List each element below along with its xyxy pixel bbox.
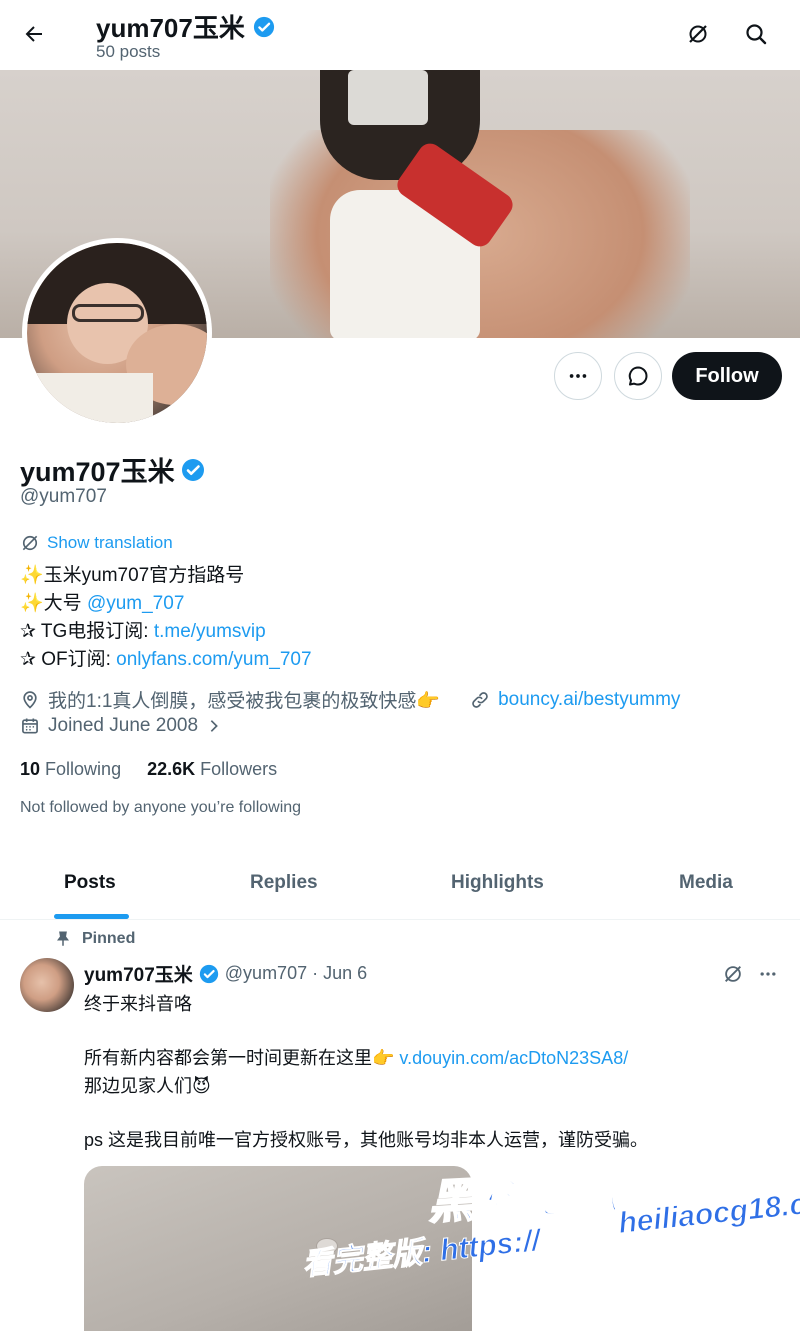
profile-joined-date: Joined June 2008 [48,715,199,736]
profile-website-link[interactable]: bouncy.ai/bestyummy [498,689,680,711]
grok-button[interactable] [678,14,718,54]
calendar-icon [22,718,38,734]
bio-line-4: ✰ OF订阅: onlyfans.com/yum_707 [20,646,312,674]
message-icon [628,366,648,386]
post-more-button[interactable] [752,958,784,990]
active-tab-indicator [54,914,129,919]
chevron-right-icon [210,720,218,732]
tab-media[interactable]: Media [679,872,733,894]
top-bar: yum707玉米 50 posts [0,0,800,70]
bio-telegram-link[interactable]: t.me/yumsvip [154,621,266,642]
following-stat[interactable]: 10 Following [20,759,121,780]
message-button[interactable] [614,352,662,400]
pin-icon [57,931,69,946]
bio-line-2-text: ✨大号 [20,593,87,614]
header-post-count: 50 posts [96,42,161,61]
post-author-avatar[interactable] [20,958,74,1012]
profile-display-name: yum707玉米 [20,457,175,487]
post-text-line-2: 所有新内容都会第一时间更新在这里👉 v.douyin.com/acDtoN23S… [84,1044,628,1070]
post-text-line-2-text: 所有新内容都会第一时间更新在这里👉 [84,1048,400,1068]
location-icon [23,690,37,709]
translate-icon [22,535,38,551]
more-icon [760,972,776,976]
profile-handle: @yum707 [20,486,107,507]
profile-joined-row[interactable]: Joined June 2008 [20,715,222,737]
pinned-indicator: Pinned [54,930,135,948]
follow-button[interactable]: Follow [672,352,782,400]
post-text-line-4: ps 这是我目前唯一官方授权账号，其他账号均非本人运营，谨防受骗。 [84,1130,649,1150]
bio-mention-link[interactable]: @yum_707 [87,593,184,614]
header-display-name: yum707玉米 [96,13,245,43]
search-button[interactable] [736,14,776,54]
profile-name-row: yum707玉米 [20,450,205,489]
grok-icon [725,966,741,982]
post-author-handle-date[interactable]: @yum707 · Jun 6 [225,963,367,984]
followers-label: Followers [200,759,278,779]
tab-replies[interactable]: Replies [250,872,318,894]
back-arrow-icon [25,26,42,42]
post-text-line-3: 那边见家人们😈 [84,1076,211,1096]
show-translation-link[interactable]: Show translation [20,533,173,553]
verified-badge-icon[interactable] [181,458,205,482]
bio-line-3: ✰ TG电报订阅: t.me/yumsvip [20,618,312,646]
bio-line-3-text: ✰ TG电报订阅: [20,621,154,642]
avatar-image [27,243,207,423]
header-title: yum707玉米 [96,8,275,45]
followers-stat[interactable]: 22.6K Followers [147,759,277,780]
profile-bio: ✨玉米yum707官方指路号 ✨大号 @yum_707 ✰ TG电报订阅: t.… [20,562,312,674]
link-icon [472,691,488,708]
tab-highlights[interactable]: Highlights [451,872,544,894]
followers-count: 22.6K [147,759,196,779]
profile-tabs: Posts Replies Highlights Media [0,848,800,920]
post-author-name[interactable]: yum707玉米 [84,960,193,987]
following-label: Following [45,759,122,779]
banner-phone [348,70,428,125]
post-text-line-1: 终于来抖音咯 [84,994,192,1014]
verified-badge-icon [199,964,218,983]
tab-posts[interactable]: Posts [64,872,116,894]
avatar-shirt [27,372,153,423]
profile-location: 我的1:1真人倒膜，感受被我包裹的极致快感👉 [48,691,441,712]
search-icon [746,24,767,45]
profile-meta-row: 我的1:1真人倒膜，感受被我包裹的极致快感👉 bouncy.ai/bestyum… [20,686,680,713]
not-followed-notice: Not followed by anyone you’re following [20,799,302,816]
post-douyin-link[interactable]: v.douyin.com/acDtoN23SA8/ [399,1048,628,1068]
following-count: 10 [20,759,41,779]
back-button[interactable] [14,14,54,54]
bio-line-1: ✨玉米yum707官方指路号 [20,565,245,586]
avatar-glasses [72,304,144,323]
post-header: yum707玉米 @yum707 · Jun 6 [84,960,367,987]
bio-onlyfans-link[interactable]: onlyfans.com/yum_707 [116,649,311,670]
pinned-label: Pinned [82,930,136,947]
profile-avatar[interactable] [22,238,212,428]
grok-icon [689,25,707,43]
more-options-button[interactable] [554,352,602,400]
verified-badge-icon [253,16,274,37]
show-translation-label: Show translation [47,533,173,552]
profile-stats: 10 Following 22.6K Followers [20,759,277,780]
post-grok-button[interactable] [717,958,749,990]
more-icon [569,374,587,378]
bio-line-4-text: ✰ OF订阅: [20,649,117,670]
bio-line-2: ✨大号 @yum_707 [20,590,312,618]
